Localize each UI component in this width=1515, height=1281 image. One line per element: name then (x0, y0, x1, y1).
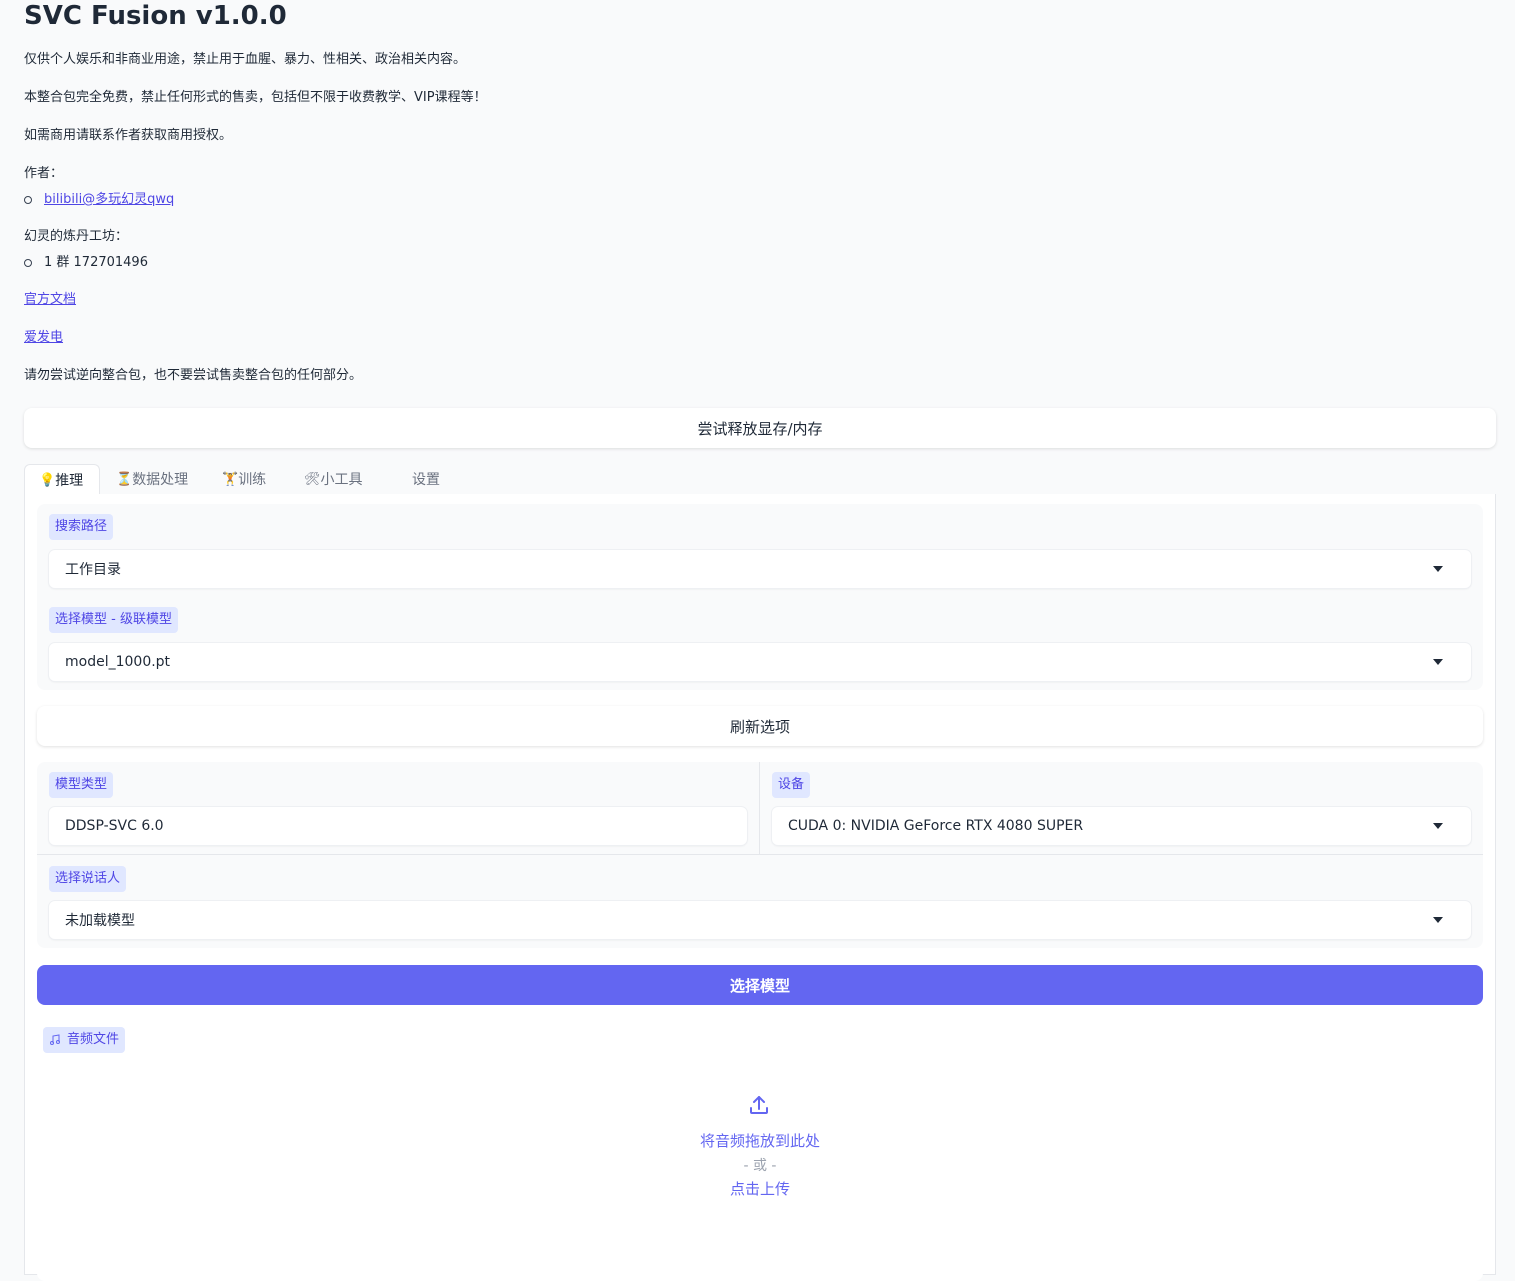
intro-line-3: 如需商用请联系作者获取商用授权。 (24, 128, 233, 143)
bullet-icon (24, 259, 32, 267)
model-info-group: 模型类型 DDSP-SVC 6.0 设备 CUDA 0: NVIDIA GeFo… (37, 762, 1483, 948)
search-path-label: 搜索路径 (49, 514, 114, 540)
tab-tools[interactable]: 🛠 小工具 (304, 464, 363, 494)
click-upload-text[interactable]: 点击上传 (37, 1178, 1483, 1199)
chevron-down-icon (1433, 566, 1443, 572)
chevron-down-icon (1433, 659, 1443, 665)
model-type-field: DDSP-SVC 6.0 (49, 807, 747, 845)
audio-upload-area[interactable]: 音频文件 将音频拖放到此处 - 或 - 点击上传 (37, 1021, 1483, 1281)
warning-text: 请勿尝试逆向整合包，也不要尝试售卖整合包的任何部分。 (24, 368, 363, 383)
search-path-select[interactable]: 工作目录 (49, 550, 1471, 588)
author-list-item: bilibili@多玩幻灵qwq (24, 190, 174, 210)
music-note-icon (50, 1034, 60, 1045)
author-label: 作者： (24, 166, 64, 181)
drop-audio-text: 将音频拖放到此处 (699, 1132, 820, 1150)
chevron-down-icon (1433, 823, 1443, 829)
bullet-icon (24, 196, 32, 204)
choose-model-button[interactable]: 选择模型 (37, 965, 1483, 1005)
tab-settings[interactable]: 设置 (412, 464, 440, 494)
inference-panel: 搜索路径 工作目录 选择模型 - 级联模型 model_1000.pt 刷新选项… (24, 494, 1496, 1281)
tab-inference[interactable]: 💡 推理 (24, 464, 101, 496)
tab-bar: 💡 推理 ⏳ 数据处理 🏋 训练 🛠 小工具 设置 (24, 464, 1496, 496)
column-divider (759, 762, 760, 854)
intro-line-2: 本整合包完全免费，禁止任何形式的售卖，包括但不限于收费教学、VIP课程等！ (24, 90, 487, 105)
device-select[interactable]: CUDA 0: NVIDIA GeForce RTX 4080 SUPER (772, 807, 1471, 845)
author-link[interactable]: bilibili@多玩幻灵qwq (44, 190, 174, 210)
hourglass-icon: ⏳ (116, 471, 133, 487)
model-selection-group: 搜索路径 工作目录 选择模型 - 级联模型 model_1000.pt (37, 504, 1483, 690)
select-model-label: 选择模型 - 级联模型 (49, 607, 178, 633)
intro-line-1: 仅供个人娱乐和非商业用途，禁止用于血腥、暴力、性相关、政治相关内容。 (24, 52, 467, 67)
tab-data-processing[interactable]: ⏳ 数据处理 (116, 464, 188, 494)
tools-icon: 🛠 (304, 471, 321, 487)
refresh-options-button[interactable]: 刷新选项 (37, 706, 1483, 746)
speaker-label: 选择说话人 (49, 866, 127, 892)
docs-link[interactable]: 官方文档 (24, 292, 76, 307)
row-divider (37, 854, 1483, 855)
group-label: 幻灵的炼丹工坊： (24, 229, 129, 244)
group-list-item: 1 群 172701496 (24, 253, 148, 273)
upload-icon (750, 1096, 768, 1114)
device-label: 设备 (772, 772, 811, 798)
page-title: SVC Fusion v1.0.0 (24, 1, 287, 31)
model-type-label: 模型类型 (49, 772, 114, 798)
weightlifter-icon: 🏋 (222, 471, 239, 487)
free-memory-button[interactable]: 尝试释放显存/内存 (24, 408, 1496, 448)
select-model-select[interactable]: model_1000.pt (49, 643, 1471, 681)
speaker-select[interactable]: 未加载模型 (49, 901, 1471, 939)
group-number: 1 群 172701496 (44, 255, 148, 270)
or-text: - 或 - (743, 1158, 777, 1174)
lightbulb-icon: 💡 (39, 472, 56, 488)
chevron-down-icon (1433, 917, 1443, 923)
tab-training[interactable]: 🏋 训练 (222, 464, 266, 494)
audio-file-label: 音频文件 (43, 1027, 126, 1053)
donate-link[interactable]: 爱发电 (24, 330, 63, 345)
